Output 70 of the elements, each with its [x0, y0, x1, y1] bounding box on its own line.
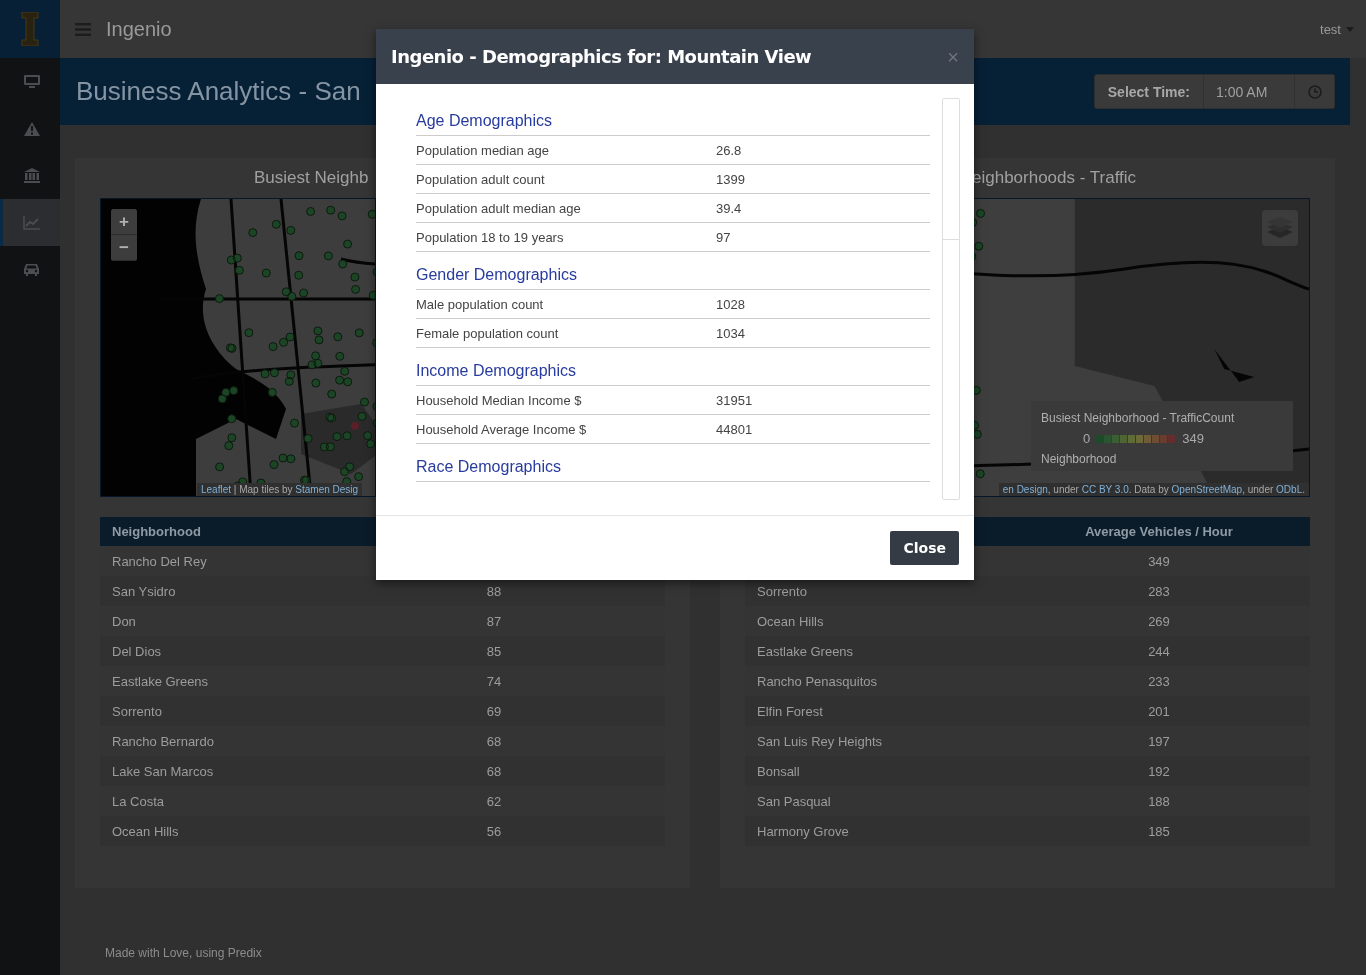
- column-header: Average Vehicles / Hour: [1084, 524, 1234, 539]
- map-attribution: Leaflet | Map tiles by Stamen Desig: [197, 483, 363, 496]
- legend-title: Busiest Neighborhood - TrafficCount: [1041, 411, 1236, 425]
- table-cell-text: Eastlake Greens: [111, 673, 210, 689]
- table-cell-text: 97: [716, 229, 732, 245]
- panel-title: Busiest Neighb: [254, 168, 369, 187]
- table-cell-text: 197: [1147, 733, 1171, 749]
- legend-label: Neighborhood: [1041, 452, 1118, 466]
- table-cell-text: 69: [485, 703, 503, 719]
- table-cell-text: Population adult median age: [416, 200, 582, 216]
- table-cell-text: Elfin Forest: [756, 703, 824, 719]
- modal-title: Ingenio - Demographics for: Mountain View: [391, 46, 813, 67]
- panel-title: eighborhoods - Traffic: [972, 168, 1137, 187]
- page-title: Business Analytics - San: [76, 76, 361, 107]
- table-cell-text: 269: [1147, 613, 1171, 629]
- table-cell-text: Lake San Marcos: [111, 763, 215, 779]
- table-cell-text: 244: [1147, 643, 1171, 659]
- table-cell-text: 188: [1147, 793, 1171, 809]
- table-cell-text: 88: [485, 583, 503, 599]
- table-cell-text: La Costa: [111, 793, 166, 809]
- table-cell-text: 349: [1147, 553, 1171, 569]
- table-cell-text: San Ysidro: [111, 583, 177, 599]
- table-cell-text: Household Median Income $: [416, 392, 583, 408]
- table-cell-text: Population 18 to 19 years: [416, 229, 565, 245]
- table-cell-text: 68: [485, 733, 503, 749]
- legend-min: 0: [1083, 431, 1091, 446]
- table-cell-text: Household Average Income $: [416, 421, 588, 437]
- table-cell-text: Sorrento: [111, 703, 163, 719]
- table-cell-text: 192: [1147, 763, 1171, 779]
- table-cell-text: 87: [485, 613, 503, 629]
- table-cell-text: Eastlake Greens: [756, 643, 855, 659]
- table-cell-text: 201: [1147, 703, 1171, 719]
- column-header: Neighborhood: [111, 524, 202, 539]
- table-cell-text: 26.8: [716, 142, 743, 158]
- section-heading: Income Demographics: [416, 360, 930, 386]
- table-cell-text: Bonsall: [756, 763, 801, 779]
- table-cell-text: Rancho Bernardo: [111, 733, 215, 749]
- table-cell-text: Del Dios: [111, 643, 163, 659]
- table-cell-text: 1034: [716, 325, 746, 341]
- app-title: Ingenio: [106, 17, 172, 41]
- table-cell-text: 1399: [716, 171, 746, 187]
- table-cell-text: 85: [485, 643, 503, 659]
- section-heading: Race Demographics: [416, 456, 930, 482]
- table-cell-text: 68: [485, 763, 503, 779]
- table-cell-text: 1028: [716, 296, 746, 312]
- footer-text: Made with Love, using Predix: [104, 946, 263, 962]
- table-cell-text: Ocean Hills: [756, 613, 825, 629]
- table-cell-text: 74: [485, 673, 503, 689]
- table-cell-text: 283: [1147, 583, 1171, 599]
- table-cell-text: Sorrento: [756, 583, 808, 599]
- table-cell-text: Population adult count: [416, 171, 546, 187]
- table-cell-text: Population median age: [416, 142, 550, 158]
- table-cell-text: Male population count: [416, 296, 545, 312]
- legend-max: 349: [1182, 431, 1204, 446]
- table-cell-text: 56: [485, 823, 503, 839]
- table-cell-text: Rancho Del Rey: [111, 553, 208, 569]
- table-cell-text: Harmony Grove: [756, 823, 850, 839]
- table-cell-text: 185: [1147, 823, 1171, 839]
- table-cell-text: 62: [485, 793, 503, 809]
- table-cell-text: Ocean Hills: [111, 823, 180, 839]
- map-attribution: en Design, under CC BY 3.0. Data by OpenStreetMap, under ODbL.: [998, 483, 1309, 496]
- section-heading: Gender Demographics: [416, 264, 930, 290]
- table-cell-text: 39.4: [716, 200, 743, 216]
- table-cell-text: Don: [111, 613, 137, 629]
- table-cell-text: San Luis Rey Heights: [756, 733, 883, 749]
- section-heading: Age Demographics: [416, 110, 930, 136]
- table-cell-text: 233: [1147, 673, 1171, 689]
- table-cell-text: San Pasqual: [756, 793, 832, 809]
- table-cell-text: Rancho Penasquitos: [756, 673, 878, 689]
- table-cell-text: Female population count: [416, 325, 560, 341]
